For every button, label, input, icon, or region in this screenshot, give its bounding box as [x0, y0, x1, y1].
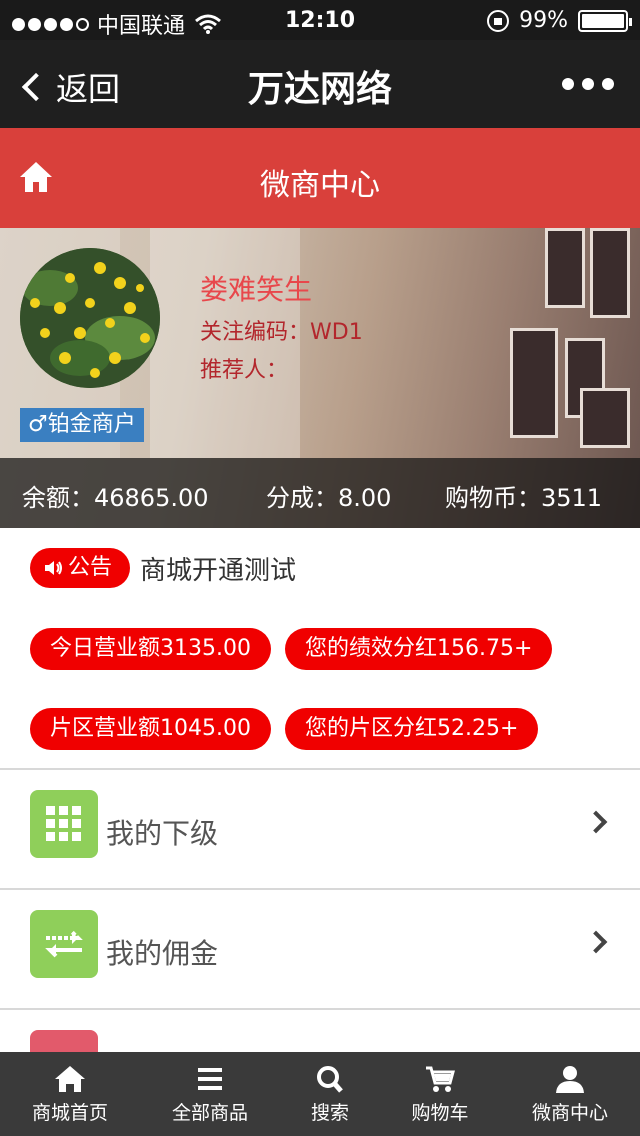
rotation-lock-icon: [487, 9, 510, 32]
tab-home[interactable]: 商城首页: [6, 1052, 134, 1136]
user-name: 娄难笑生: [200, 273, 313, 306]
background-frame: [510, 328, 558, 438]
tab-label: 商城首页: [31, 1102, 108, 1124]
notice-badge-label: 公告: [68, 555, 113, 580]
balance-value: 余额：46865.00: [22, 484, 209, 512]
tab-wechat-center[interactable]: 微商中心: [506, 1052, 634, 1136]
tab-label: 搜索: [310, 1102, 349, 1124]
page-header: 微商中心: [0, 128, 640, 228]
search-icon: [317, 1066, 343, 1093]
speaker-icon: [45, 561, 62, 575]
chevron-right-icon: [584, 810, 608, 834]
transfer-icon: [30, 910, 98, 978]
user-icon: [556, 1066, 584, 1093]
nav-bar: 返回 万达网络: [0, 40, 640, 128]
notice-text: 商城开通测试: [140, 555, 297, 586]
grid-icon: [30, 790, 98, 858]
notice-badge[interactable]: 公告: [30, 548, 131, 588]
tab-bar: 商城首页 全部商品 搜索 购物车 微商中心: [0, 1052, 640, 1136]
background-frame: [545, 228, 585, 308]
page-title: 微商中心: [260, 168, 380, 203]
cart-icon: [426, 1066, 455, 1092]
tab-label: 微商中心: [531, 1102, 608, 1124]
tab-label: 全部商品: [171, 1102, 248, 1124]
tab-all-products[interactable]: 全部商品: [146, 1052, 274, 1136]
status-right: 99%: [487, 8, 632, 33]
stat-today-sales: 今日营业额3135.00: [30, 628, 271, 670]
stat-area-bonus: 您的片区分红52.25+: [285, 708, 539, 750]
stat-performance-bonus: 您的绩效分红156.75+: [285, 628, 553, 670]
menu-item-label: 我的下级: [106, 817, 219, 850]
home-icon: [55, 1066, 85, 1092]
tab-label: 购物车: [411, 1102, 469, 1124]
notice-row: 公告 商城开通测试: [30, 548, 296, 588]
profile-banner: 娄难笑生 关注编码：WD1 推荐人： ♂铂金商户 余额：46865.00 分成：…: [0, 228, 640, 528]
referrer: 推荐人：: [200, 358, 289, 383]
stat-area-sales: 片区营业额1045.00: [30, 708, 271, 750]
avatar[interactable]: [20, 248, 160, 388]
more-icon[interactable]: [562, 78, 614, 90]
menu-item-subordinates[interactable]: 我的下级: [0, 768, 640, 888]
tab-cart[interactable]: 购物车: [376, 1052, 504, 1136]
tab-search[interactable]: 搜索: [266, 1052, 394, 1136]
coins-value: 购物币：3511: [445, 484, 603, 512]
background-frame: [580, 388, 630, 448]
battery-icon: [578, 9, 632, 32]
menu-item-commission[interactable]: 我的佣金: [0, 888, 640, 1008]
status-bar: 中国联通 12:10 99%: [0, 0, 640, 40]
balance-bar: 余额：46865.00 分成：8.00 购物币：3511: [0, 458, 640, 528]
background-frame: [590, 228, 630, 318]
follow-code: 关注编码：WD1: [200, 320, 363, 345]
battery-percent: 99%: [519, 8, 568, 33]
menu-icon: [198, 1068, 222, 1090]
menu-item-label: 我的佣金: [106, 937, 219, 970]
level-badge: ♂铂金商户: [20, 408, 144, 442]
nav-title: 万达网络: [247, 69, 392, 110]
chevron-right-icon: [584, 930, 608, 954]
share-value: 分成：8.00: [266, 484, 392, 512]
